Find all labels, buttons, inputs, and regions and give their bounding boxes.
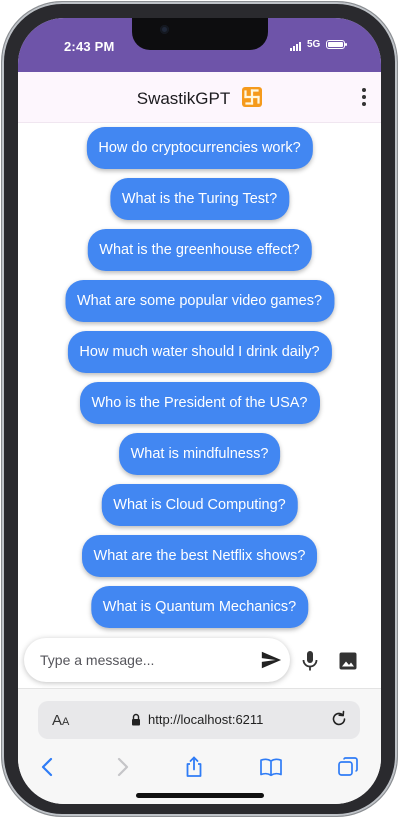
battery-icon (326, 40, 347, 49)
swastika-emoji-icon (242, 87, 263, 107)
signal-icon (290, 42, 301, 51)
status-time: 2:43 PM (64, 39, 115, 54)
back-icon[interactable] (36, 755, 60, 779)
app-bar: SwastikGPT (18, 72, 381, 123)
url-text[interactable]: http://localhost:6211 (148, 712, 263, 727)
app-title: SwastikGPT (136, 89, 231, 108)
send-icon[interactable] (260, 649, 282, 671)
image-icon[interactable] (338, 651, 358, 671)
camera-icon (160, 25, 169, 34)
status-bar: 2:43 PM 5G (18, 18, 381, 72)
suggestion-pill[interactable]: What are some popular video games? (64, 280, 335, 322)
browser-toolbar: AA http://localhost:6211 (18, 688, 381, 804)
suggestion-pill[interactable]: What is the greenhouse effect? (87, 229, 312, 271)
bookmarks-icon[interactable] (259, 755, 283, 779)
suggestion-pill[interactable]: What is the Turing Test? (109, 178, 290, 220)
forward-icon[interactable] (110, 755, 134, 779)
message-input[interactable] (40, 652, 240, 668)
home-indicator (136, 793, 264, 798)
text-size-label-small: A (62, 716, 70, 728)
suggestion-pill[interactable]: Who is the President of the USA? (79, 382, 320, 424)
page-title: SwastikGPT (18, 87, 381, 109)
browser-nav (18, 751, 381, 781)
microphone-icon[interactable] (300, 650, 320, 672)
suggestion-pill[interactable]: What is Cloud Computing? (101, 484, 298, 526)
message-composer (24, 638, 290, 682)
share-icon[interactable] (182, 755, 206, 779)
address-bar[interactable]: AA http://localhost:6211 (38, 701, 360, 739)
notch (132, 18, 268, 50)
suggestion-pill[interactable]: What is mindfulness? (118, 433, 281, 475)
suggestion-pill[interactable]: What are the best Netflix shows? (81, 535, 318, 577)
text-size-label-big: A (52, 712, 63, 729)
phone-frame: 2:43 PM 5G SwastikGPT How do cryptocurre… (2, 2, 397, 816)
network-type: 5G (307, 39, 321, 50)
suggestion-pill[interactable]: How do cryptocurrencies work? (86, 127, 313, 169)
text-size-button[interactable]: AA (52, 712, 69, 729)
lock-icon (132, 713, 140, 726)
screen: 2:43 PM 5G SwastikGPT How do cryptocurre… (18, 18, 381, 804)
reload-icon[interactable] (330, 710, 348, 728)
suggestion-pill[interactable]: What is Quantum Mechanics? (90, 586, 309, 628)
suggestion-pill[interactable]: How much water should I drink daily? (67, 331, 332, 373)
suggestion-list: How do cryptocurrencies work? What is th… (18, 122, 381, 636)
more-vert-icon[interactable] (361, 88, 367, 106)
tabs-icon[interactable] (336, 755, 360, 779)
